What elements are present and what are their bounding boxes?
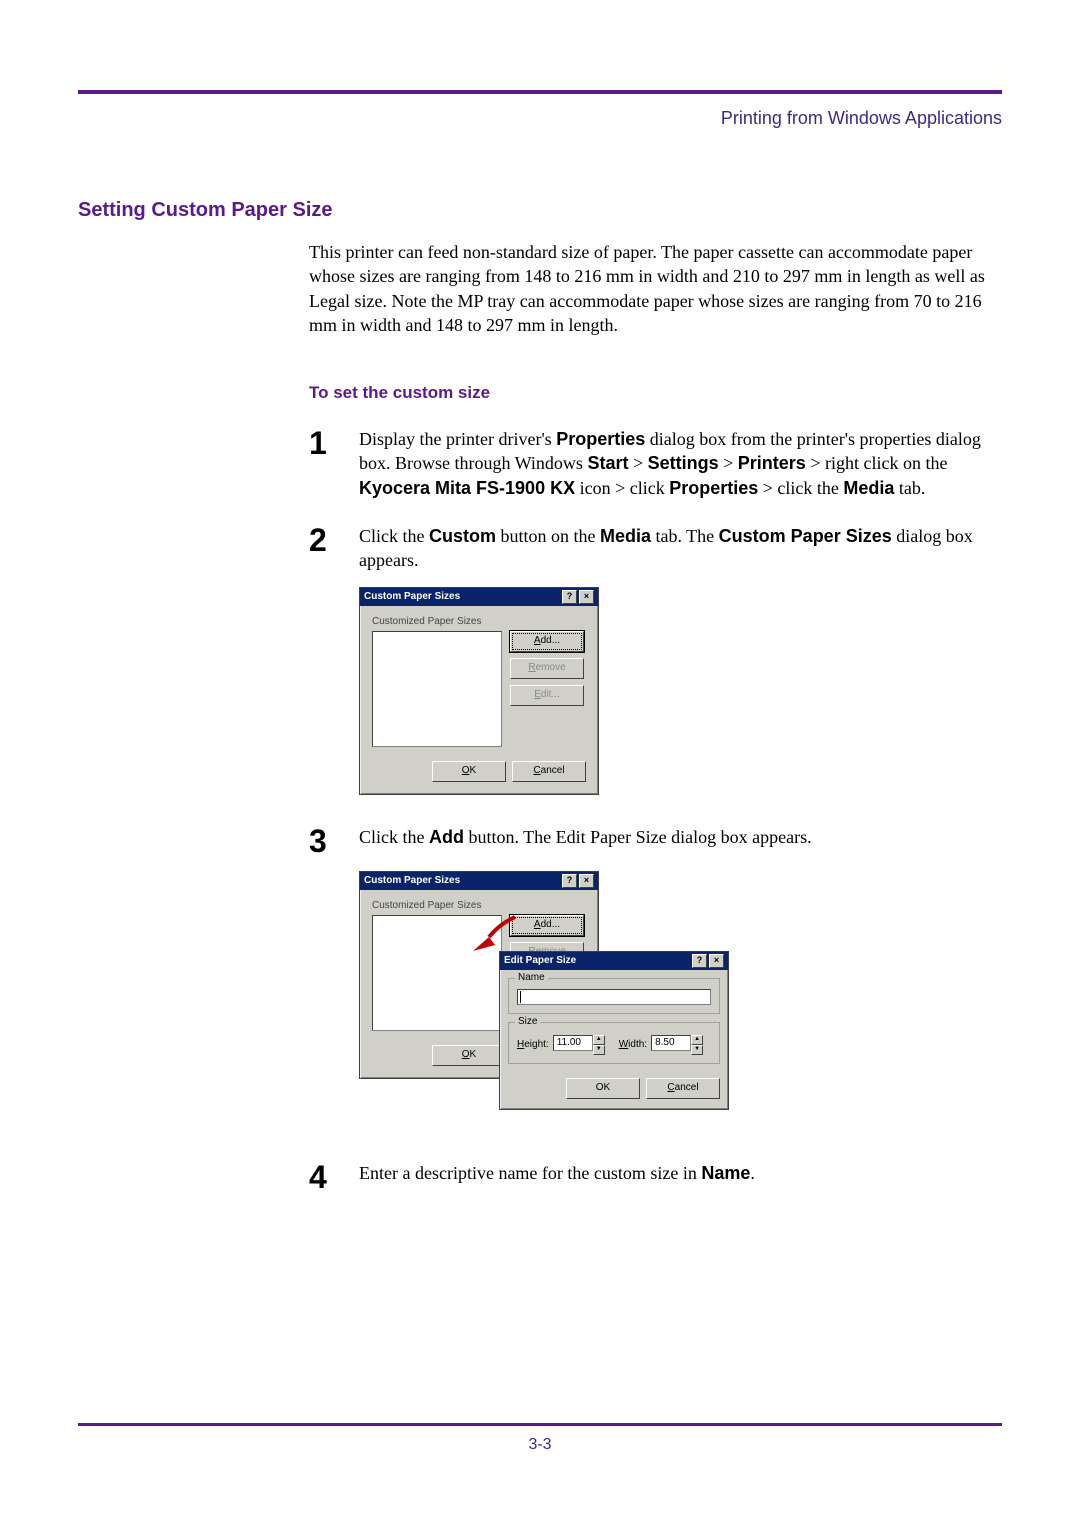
dialog-title: Edit Paper Size xyxy=(504,955,576,966)
height-stepper[interactable]: 11.00 ▲▼ xyxy=(553,1035,605,1055)
bold: Properties xyxy=(556,429,645,449)
step-2: 2 Click the Custom button on the Media t… xyxy=(78,524,1002,573)
dialog-title: Custom Paper Sizes xyxy=(364,591,460,602)
spin-down-icon[interactable]: ▼ xyxy=(691,1045,703,1055)
height-label: Height: xyxy=(517,1039,549,1050)
step-1-number: 1 xyxy=(309,427,359,459)
text: Enter a descriptive name for the custom … xyxy=(359,1163,701,1183)
text: button on the xyxy=(496,526,600,546)
text: R xyxy=(528,662,535,673)
ok-button[interactable]: OK xyxy=(432,1045,506,1066)
text: Display the printer driver's xyxy=(359,429,556,449)
bottom-divider xyxy=(78,1423,1002,1426)
remove-button[interactable]: Remove xyxy=(510,658,584,679)
text: C xyxy=(533,765,540,776)
width-stepper[interactable]: 8.50 ▲▼ xyxy=(651,1035,703,1055)
add-button[interactable]: Add... xyxy=(510,631,584,652)
step-4: 4 Enter a descriptive name for the custo… xyxy=(78,1161,1002,1193)
intro-paragraph: This printer can feed non-standard size … xyxy=(309,240,992,337)
spin-up-icon[interactable]: ▲ xyxy=(691,1035,703,1045)
bold: Kyocera Mita FS-1900 KX xyxy=(359,478,575,498)
text: > xyxy=(719,453,738,473)
dialog-title: Custom Paper Sizes xyxy=(364,875,460,886)
close-icon[interactable]: × xyxy=(579,590,594,604)
header-section-link[interactable]: Printing from Windows Applications xyxy=(78,108,1002,129)
spin-down-icon[interactable]: ▼ xyxy=(593,1045,605,1055)
step-3: 3 Click the Add button. The Edit Paper S… xyxy=(78,825,1002,857)
text: O xyxy=(462,1049,470,1060)
section-title: Setting Custom Paper Size xyxy=(78,199,1002,222)
text: tab. xyxy=(894,478,925,498)
name-fieldset: Name xyxy=(508,978,720,1014)
cancel-button[interactable]: Cancel xyxy=(512,761,586,782)
edit-paper-size-dialog: Edit Paper Size ? × Name Size Height: 11 xyxy=(499,951,729,1110)
step-3-text: Click the Add button. The Edit Paper Siz… xyxy=(359,825,1002,849)
name-input[interactable] xyxy=(517,989,711,1005)
help-icon[interactable]: ? xyxy=(692,954,707,968)
text: button. The Edit Paper Size dialog box a… xyxy=(464,827,812,847)
ok-button[interactable]: OK xyxy=(432,761,506,782)
text: Click the xyxy=(359,526,429,546)
text: Click the xyxy=(359,827,429,847)
bold: Custom xyxy=(429,526,496,546)
bold: Media xyxy=(843,478,894,498)
text: . xyxy=(750,1163,755,1183)
text: A xyxy=(534,635,541,646)
step-2-text: Click the Custom button on the Media tab… xyxy=(359,524,1002,573)
annotation-arrow-icon xyxy=(459,915,519,955)
width-label: Width: xyxy=(619,1039,647,1050)
bold: Printers xyxy=(738,453,806,473)
bold: Add xyxy=(429,827,464,847)
dialog-screenshot-2: Custom Paper Sizes ? × Customized Paper … xyxy=(359,871,1002,1131)
edit-button[interactable]: Edit... xyxy=(510,685,584,706)
dialog-screenshot-1: Custom Paper Sizes ? × Customized Paper … xyxy=(359,587,1002,795)
step-4-number: 4 xyxy=(309,1161,359,1193)
text: C xyxy=(667,1082,674,1093)
text: O xyxy=(462,765,470,776)
text: > xyxy=(628,453,647,473)
help-icon[interactable]: ? xyxy=(562,874,577,888)
ok-button[interactable]: OK xyxy=(566,1078,640,1099)
bold: Media xyxy=(600,526,651,546)
text: E xyxy=(534,689,541,700)
step-1-text: Display the printer driver's Properties … xyxy=(359,427,1002,500)
name-legend: Name xyxy=(515,972,548,983)
size-fieldset: Size Height: 11.00 ▲▼ Width: 8.50 ▲▼ xyxy=(508,1022,720,1064)
step-4-text: Enter a descriptive name for the custom … xyxy=(359,1161,1002,1185)
text: tab. The xyxy=(651,526,719,546)
bold: Start xyxy=(587,453,628,473)
text: icon > click xyxy=(575,478,669,498)
step-2-number: 2 xyxy=(309,524,359,556)
bold: Name xyxy=(701,1163,750,1183)
custom-paper-sizes-dialog: Custom Paper Sizes ? × Customized Paper … xyxy=(359,587,599,795)
help-icon[interactable]: ? xyxy=(562,590,577,604)
height-value[interactable]: 11.00 xyxy=(553,1035,593,1051)
paper-sizes-listbox[interactable] xyxy=(372,631,502,747)
cancel-button[interactable]: Cancel xyxy=(646,1078,720,1099)
group-label: Customized Paper Sizes xyxy=(372,616,586,627)
subsection-title: To set the custom size xyxy=(309,383,1002,403)
bold: Settings xyxy=(648,453,719,473)
top-divider xyxy=(78,90,1002,94)
size-legend: Size xyxy=(515,1016,540,1027)
text: > right click on the xyxy=(806,453,948,473)
width-value[interactable]: 8.50 xyxy=(651,1035,691,1051)
close-icon[interactable]: × xyxy=(709,954,724,968)
close-icon[interactable]: × xyxy=(579,874,594,888)
page-number: 3-3 xyxy=(78,1436,1002,1454)
bold: Properties xyxy=(669,478,758,498)
spin-up-icon[interactable]: ▲ xyxy=(593,1035,605,1045)
text: > click the xyxy=(758,478,843,498)
add-button[interactable]: Add... xyxy=(510,915,584,936)
text: A xyxy=(534,919,541,930)
step-3-number: 3 xyxy=(309,825,359,857)
group-label: Customized Paper Sizes xyxy=(372,900,586,911)
step-1: 1 Display the printer driver's Propertie… xyxy=(78,427,1002,500)
bold: Custom Paper Sizes xyxy=(719,526,892,546)
